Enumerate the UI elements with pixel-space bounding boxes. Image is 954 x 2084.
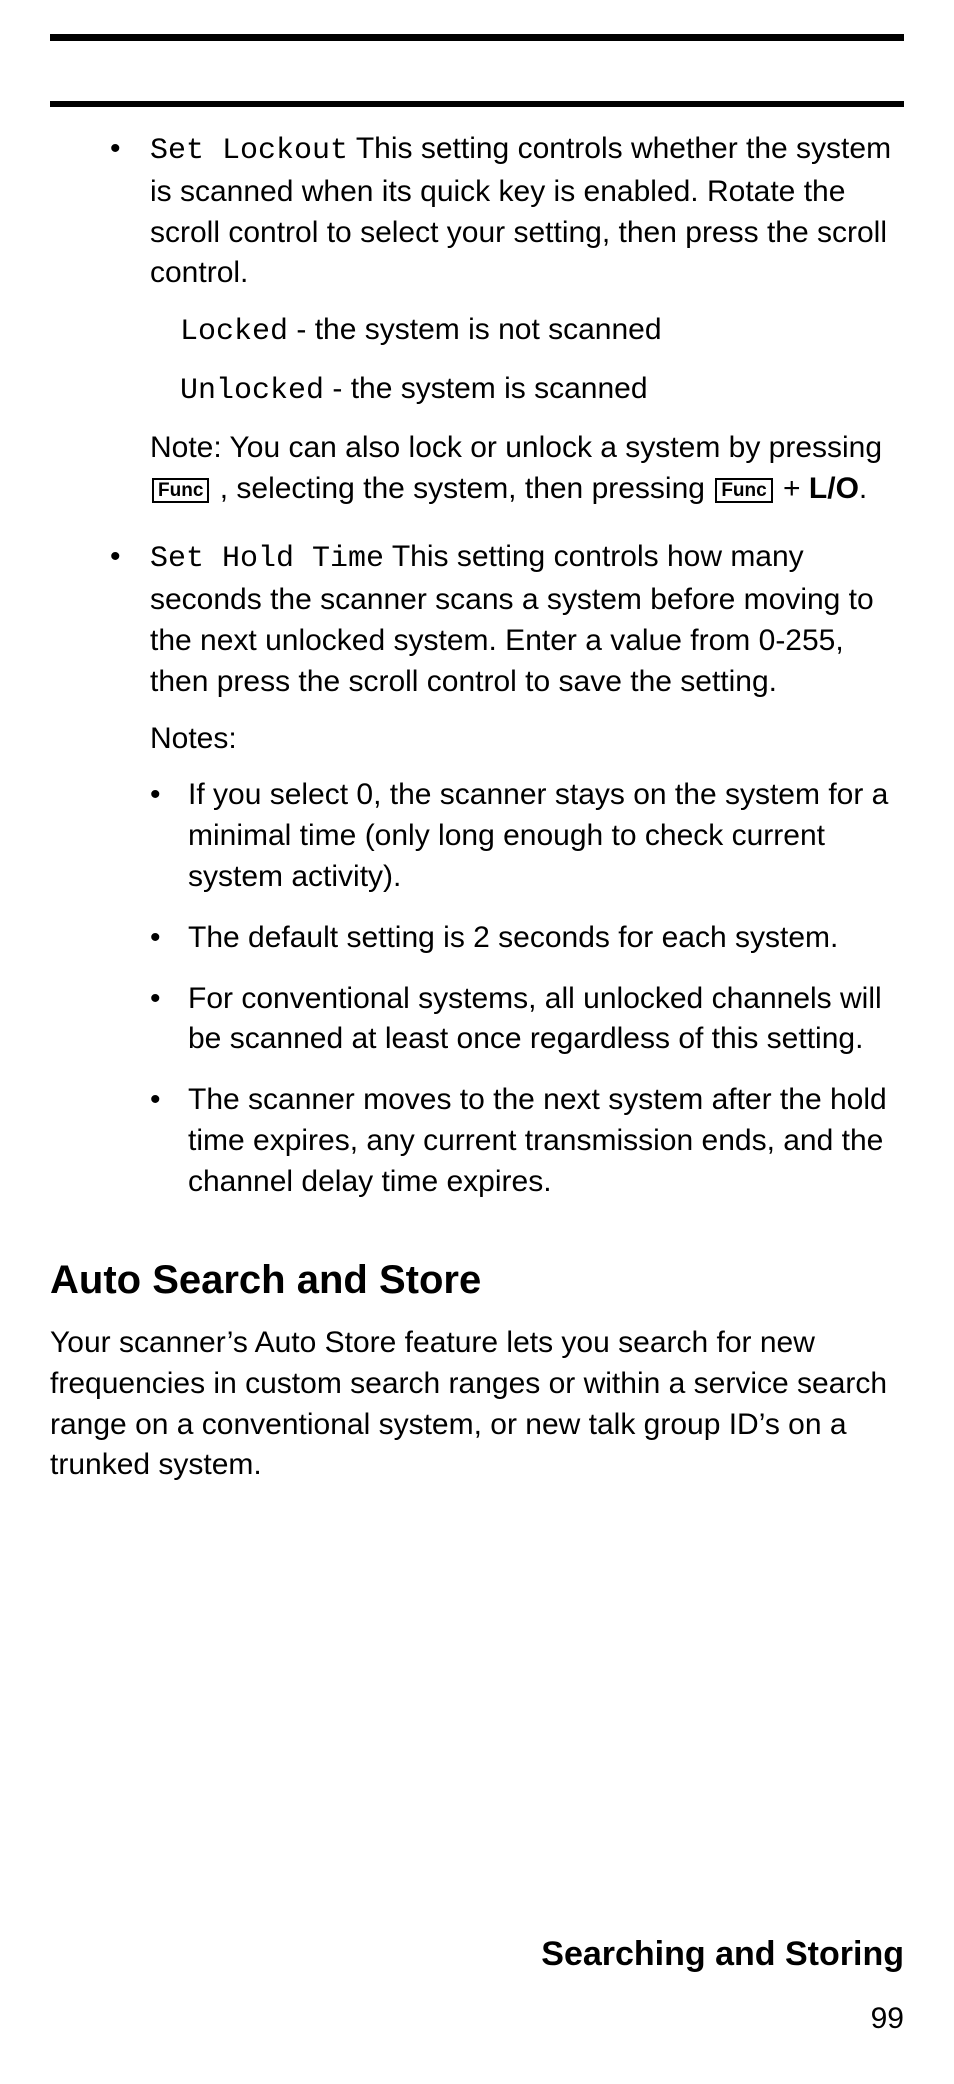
bullet-body: Set Lockout This setting controls whethe… (150, 129, 904, 294)
list-item: For conventional systems, all unlocked c… (150, 979, 904, 1061)
func-key-icon: Func (152, 478, 209, 503)
bullet-dot (110, 129, 150, 294)
top-rule-thin (50, 101, 904, 107)
note-prefix: Note: You can also lock or unlock a syst… (150, 431, 882, 464)
lockout-note: Note: You can also lock or unlock a syst… (150, 428, 904, 510)
list-item: If you select 0, the scanner stays on th… (150, 775, 904, 897)
note-mid: , selecting the system, then pressing (211, 472, 713, 505)
note-text: If you select 0, the scanner stays on th… (188, 775, 904, 897)
footer-title: Searching and Storing (50, 1935, 904, 1974)
bullet-dot (150, 979, 188, 1061)
bullet-dot (150, 918, 188, 959)
bullet-dot (110, 537, 150, 702)
note-text: The default setting is 2 seconds for eac… (188, 918, 904, 959)
hold-time-notes: If you select 0, the scanner stays on th… (150, 775, 904, 1202)
bullet-body: Set Hold Time This setting controls how … (150, 537, 904, 702)
label-set-lockout: Set Lockout (150, 134, 348, 168)
note-plus: + (775, 472, 809, 505)
note-text: For conventional systems, all unlocked c… (188, 979, 904, 1061)
page-footer: Searching and Storing 99 (50, 1935, 904, 2036)
page-number: 99 (50, 2002, 904, 2036)
bullet-set-hold-time: Set Hold Time This setting controls how … (110, 537, 904, 702)
notes-label: Notes: (150, 722, 237, 755)
note-end: . (859, 472, 867, 505)
label-unlocked: Unlocked (180, 374, 324, 408)
page: Set Lockout This setting controls whethe… (0, 0, 954, 2084)
lo-key: L/O (809, 472, 859, 505)
top-rule-thick (50, 34, 904, 41)
unlocked-line: Unlocked - the system is scanned (180, 369, 904, 412)
list-item: The default setting is 2 seconds for eac… (150, 918, 904, 959)
desc-locked: - the system is not scanned (288, 313, 662, 346)
list-item: The scanner moves to the next system aft… (150, 1080, 904, 1202)
label-set-hold-time: Set Hold Time (150, 542, 384, 576)
bullet-dot (150, 1080, 188, 1202)
func-key-icon: Func (715, 478, 772, 503)
locked-line: Locked - the system is not scanned (180, 310, 904, 353)
section-body: Your scanner’s Auto Store feature lets y… (50, 1323, 904, 1486)
section-heading: Auto Search and Store (50, 1253, 904, 1307)
bullet-set-lockout: Set Lockout This setting controls whethe… (110, 129, 904, 294)
note-text: The scanner moves to the next system aft… (188, 1080, 904, 1202)
main-content: Set Lockout This setting controls whethe… (50, 129, 904, 1486)
label-locked: Locked (180, 315, 288, 349)
desc-unlocked: - the system is scanned (324, 372, 647, 405)
bullet-dot (150, 775, 188, 897)
notes-label-block: Notes: (150, 719, 904, 760)
